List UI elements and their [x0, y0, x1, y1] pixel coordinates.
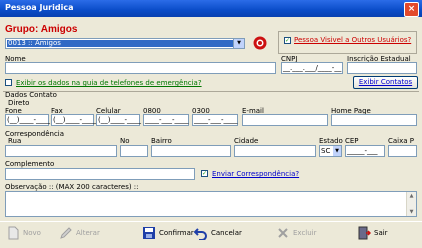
new-document-icon [8, 226, 19, 240]
n0300-input[interactable]: ____-___-____ [192, 114, 238, 126]
confirmar-label: Confirmar [159, 229, 194, 237]
toolbar-divider [0, 221, 422, 222]
estado-select[interactable]: SC ▼ [319, 145, 342, 157]
group-title: Grupo: Amigos [5, 24, 78, 35]
enviar-checkbox[interactable]: ✓ [201, 170, 208, 177]
cancelar-button[interactable]: Cancelar [194, 226, 242, 240]
cidade-label: Cidade [234, 137, 259, 145]
observacao-textarea[interactable]: ▲ ▼ [5, 191, 417, 217]
alterar-label: Alterar [76, 229, 100, 237]
emergency-checkbox[interactable] [5, 79, 12, 86]
dados-contato-label: Dados Contato [5, 91, 57, 99]
rua-input[interactable] [5, 145, 117, 157]
cep-input[interactable]: _____-___ [345, 145, 385, 157]
celular-mask: (__)____-____ [98, 116, 141, 124]
estado-value: SC [321, 147, 331, 155]
complemento-label: Complemento [5, 160, 55, 168]
excluir-button[interactable]: Excluir [276, 226, 317, 240]
fax-mask: (__)____-____ [53, 116, 96, 124]
undo-icon [194, 228, 207, 240]
celular-input[interactable]: (__)____-____ [96, 114, 141, 126]
exibir-contatos-label: Exibir Contatos [358, 78, 413, 86]
caixa-postal-label: Caixa P [388, 137, 415, 145]
fone-input[interactable]: (__)____-____ [5, 114, 50, 126]
rua-label: Rua [8, 137, 22, 145]
inscricao-input[interactable] [347, 62, 417, 74]
save-icon [143, 227, 155, 239]
exibir-contatos-button[interactable]: Exibir Contatos [353, 76, 418, 89]
scroll-down-icon[interactable]: ▼ [407, 208, 416, 216]
excluir-label: Excluir [293, 229, 317, 237]
exit-door-icon [358, 226, 371, 240]
cnpj-input[interactable]: __.___.___/____-__ [281, 62, 343, 74]
novo-button[interactable]: Novo [6, 226, 41, 240]
no-label: No [120, 137, 130, 145]
novo-label: Novo [23, 229, 41, 237]
sair-label: Sair [374, 229, 388, 237]
caixa-postal-input[interactable] [388, 145, 417, 157]
window-title: Pessoa Juridica [5, 3, 74, 12]
bairro-label: Bairro [151, 137, 172, 145]
chevron-down-icon[interactable]: ▼ [233, 39, 244, 48]
cancelar-label: Cancelar [211, 229, 242, 237]
visibility-label[interactable]: Pessoa Visivel a Outros Usuários? [294, 36, 411, 44]
target-icon[interactable] [253, 36, 267, 50]
no-input[interactable] [120, 145, 148, 157]
cep-label: CEP [345, 137, 359, 145]
title-bar: Pessoa Juridica × [0, 0, 422, 17]
visibility-checkbox[interactable]: ✓ [284, 37, 291, 44]
n0800-mask: ____-___-____ [145, 116, 189, 124]
group-select-value: 0013 :: Amigos [7, 40, 233, 47]
direto-label: Direto [8, 99, 30, 107]
home-page-input[interactable] [331, 114, 417, 126]
fone-mask: (__)____-____ [7, 116, 50, 124]
n0800-input[interactable]: ____-___-____ [143, 114, 189, 126]
cnpj-mask: __.___.___/____-__ [283, 64, 342, 72]
n0300-mask: ____-___-____ [194, 116, 238, 124]
cep-mask: _____-___ [347, 147, 378, 155]
estado-label: Estado [319, 137, 343, 145]
observacao-label: Observação :: (MAX 200 caracteres) :: [5, 183, 139, 191]
scrollbar[interactable]: ▲ ▼ [406, 192, 416, 216]
sair-button[interactable]: Sair [357, 226, 388, 240]
cidade-input[interactable] [234, 145, 316, 157]
bairro-input[interactable] [151, 145, 231, 157]
confirmar-button[interactable]: Confirmar [142, 226, 194, 240]
chevron-down-icon[interactable]: ▼ [333, 146, 341, 156]
emergency-label[interactable]: Exibir os dados na guia de telefones de … [16, 79, 202, 87]
fax-input[interactable]: (__)____-____ [51, 114, 96, 126]
divider [3, 91, 419, 92]
scroll-up-icon[interactable]: ▲ [407, 192, 416, 200]
close-button[interactable]: × [404, 2, 419, 17]
delete-icon [278, 228, 288, 238]
nome-input[interactable] [5, 62, 276, 74]
alterar-button[interactable]: Alterar [59, 226, 100, 240]
group-select[interactable]: 0013 :: Amigos ▼ [5, 38, 245, 49]
complemento-input[interactable] [5, 168, 195, 180]
enviar-label[interactable]: Enviar Correspondência? [212, 170, 299, 178]
edit-icon [60, 227, 72, 239]
email-input[interactable] [242, 114, 328, 126]
